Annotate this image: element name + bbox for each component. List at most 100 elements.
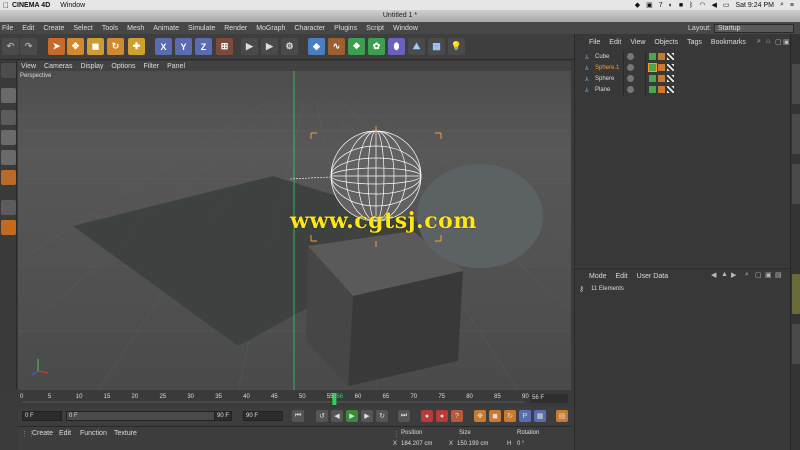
object-manager-close-icon[interactable]: ▣ bbox=[783, 38, 790, 46]
snap-icon[interactable] bbox=[1, 220, 16, 235]
objects-tab[interactable] bbox=[792, 64, 800, 104]
menu-mograph[interactable]: MoGraph bbox=[256, 25, 285, 32]
menu-create[interactable]: Create bbox=[43, 25, 64, 32]
menu-character[interactable]: Character bbox=[294, 25, 325, 32]
rotation-h-field[interactable]: 0 ° bbox=[517, 441, 524, 447]
texture-mode-icon[interactable] bbox=[1, 110, 16, 125]
model-mode-icon[interactable] bbox=[1, 88, 16, 103]
menu-window[interactable]: Window bbox=[393, 25, 418, 32]
object-row-cube[interactable]: ⅄ Cube bbox=[579, 52, 789, 62]
object-name[interactable]: Cube bbox=[595, 54, 609, 60]
attr-search-icon[interactable]: ⌕ bbox=[745, 271, 749, 279]
menu-mesh[interactable]: Mesh bbox=[127, 25, 144, 32]
viewport-menu-filter[interactable]: Filter bbox=[144, 63, 160, 70]
attr-new-icon[interactable]: ▤ bbox=[775, 271, 782, 279]
move-icon[interactable]: ✥ bbox=[67, 38, 84, 55]
objects-menu-tags[interactable]: Tags bbox=[687, 39, 702, 46]
objects-menu-edit[interactable]: Edit bbox=[609, 39, 621, 46]
attr-up-icon[interactable]: ▲ bbox=[721, 271, 728, 278]
attr-forward-icon[interactable]: ▶ bbox=[731, 271, 736, 279]
box-icon[interactable]: ▣ bbox=[646, 1, 653, 9]
object-manager-home-icon[interactable]: ⌂ bbox=[766, 38, 770, 45]
cube-icon[interactable]: ◆ bbox=[308, 38, 325, 55]
texture-tag-icon[interactable] bbox=[667, 64, 674, 71]
content-browser-tab[interactable] bbox=[792, 114, 800, 154]
rotate-icon[interactable]: ↻ bbox=[107, 38, 124, 55]
monitor-icon[interactable]: ■ bbox=[679, 2, 683, 9]
perspective-viewport[interactable]: Perspective www.cgtsj.com bbox=[18, 71, 571, 390]
min-frame-field[interactable]: 0 F bbox=[66, 411, 230, 421]
render-settings-icon[interactable]: ⚙ bbox=[281, 38, 298, 55]
key-position-icon[interactable]: ✥ bbox=[474, 410, 486, 422]
viewport-menu-options[interactable]: Options bbox=[111, 63, 135, 70]
apple-icon[interactable]:  bbox=[0, 1, 12, 10]
texture-tag-icon[interactable] bbox=[667, 75, 674, 82]
timeline[interactable]: 0 5 10 15 20 25 30 35 40 45 50 55 56 60 65 70 75 80 85 90 5… bbox=[18, 391, 571, 407]
object-name[interactable]: Sphere.1 bbox=[595, 65, 619, 71]
prev-frame-icon[interactable]: ◀ bbox=[331, 410, 343, 422]
position-x-field[interactable]: 184.207 cm bbox=[401, 441, 432, 447]
array-icon[interactable]: ✿ bbox=[368, 38, 385, 55]
scale-icon[interactable]: ◼ bbox=[87, 38, 104, 55]
phong-tag-icon[interactable] bbox=[649, 75, 656, 82]
nurbs-icon[interactable]: ❖ bbox=[348, 38, 365, 55]
menu-select[interactable]: Select bbox=[73, 25, 92, 32]
menu-animate[interactable]: Animate bbox=[153, 25, 179, 32]
object-manager-new-icon[interactable]: ▢ bbox=[775, 38, 782, 46]
menu-edit[interactable]: Edit bbox=[22, 25, 34, 32]
timeline-window-icon[interactable]: ▤ bbox=[556, 410, 568, 422]
material-tag-icon[interactable] bbox=[658, 75, 665, 82]
objects-menu-view[interactable]: View bbox=[630, 39, 645, 46]
visibility-dot[interactable] bbox=[627, 64, 634, 71]
polygons-mode-icon[interactable] bbox=[1, 170, 16, 185]
object-manager-search-icon[interactable]: ⌕ bbox=[757, 38, 761, 46]
material-tag-icon[interactable] bbox=[658, 53, 665, 60]
menu-script[interactable]: Script bbox=[366, 25, 384, 32]
next-frame-icon[interactable]: ▶ bbox=[361, 410, 373, 422]
texture-tag-icon[interactable] bbox=[667, 86, 674, 93]
spline-icon[interactable]: ∿ bbox=[328, 38, 345, 55]
wifi-icon[interactable]: ◠ bbox=[699, 1, 705, 9]
timeline-ruler[interactable]: 0 5 10 15 20 25 30 35 40 45 50 55 56 60 65 70 75 80 85 90 bbox=[18, 391, 529, 407]
camera-icon[interactable]: ▦ bbox=[428, 38, 445, 55]
edges-mode-icon[interactable] bbox=[1, 150, 16, 165]
viewport-menu-display[interactable]: Display bbox=[80, 63, 103, 70]
autokey-icon[interactable]: ● bbox=[436, 410, 448, 422]
key-parameter-icon[interactable]: P bbox=[519, 410, 531, 422]
object-row-plane[interactable]: ⅄ Plane bbox=[579, 85, 789, 95]
live-selection-icon[interactable]: ➤ bbox=[48, 38, 65, 55]
x-axis-button[interactable]: X bbox=[155, 38, 172, 55]
battery-icon[interactable]: ▭ bbox=[723, 1, 730, 9]
record-icon[interactable]: ● bbox=[421, 410, 433, 422]
render-picture-viewer-icon[interactable]: ▶ bbox=[261, 38, 278, 55]
visibility-dot[interactable] bbox=[627, 53, 634, 60]
redo-icon[interactable]: ↷ bbox=[20, 38, 37, 55]
texture-tag-icon[interactable] bbox=[667, 53, 674, 60]
attr-pin-icon[interactable]: ▣ bbox=[765, 271, 772, 279]
coordinate-system-icon[interactable]: ⊞ bbox=[216, 38, 233, 55]
y-axis-button[interactable]: Y bbox=[175, 38, 192, 55]
key-pla-icon[interactable]: ▦ bbox=[534, 410, 546, 422]
list-icon[interactable]: ≡ bbox=[790, 2, 794, 9]
play-icon[interactable]: ▶ bbox=[346, 410, 358, 422]
attributes-tab[interactable] bbox=[792, 274, 800, 314]
menu-tools[interactable]: Tools bbox=[102, 25, 118, 32]
objects-menu-bookmarks[interactable]: Bookmarks bbox=[711, 39, 746, 46]
goto-end-icon[interactable]: ⏭ bbox=[398, 410, 410, 422]
objects-menu-file[interactable]: File bbox=[589, 39, 600, 46]
end-frame-field[interactable]: 90 F bbox=[243, 411, 283, 421]
layout-dropdown[interactable]: Startup bbox=[714, 23, 794, 33]
make-editable-icon[interactable] bbox=[1, 63, 16, 78]
status-number[interactable]: 7 bbox=[659, 2, 663, 9]
points-mode-icon[interactable] bbox=[1, 130, 16, 145]
material-tag-icon[interactable] bbox=[658, 86, 665, 93]
material-menu-edit[interactable]: Edit bbox=[59, 430, 71, 437]
menu-simulate[interactable]: Simulate bbox=[188, 25, 215, 32]
key-rotation-icon[interactable]: ↻ bbox=[504, 410, 516, 422]
visibility-dot[interactable] bbox=[627, 86, 634, 93]
menu-plugins[interactable]: Plugins bbox=[334, 25, 357, 32]
undo-icon[interactable]: ↶ bbox=[2, 38, 19, 55]
clock[interactable]: Sat 9:24 PM bbox=[735, 2, 774, 9]
phong-tag-icon[interactable] bbox=[649, 53, 656, 60]
bluetooth-icon[interactable]: ᛒ bbox=[689, 2, 693, 9]
